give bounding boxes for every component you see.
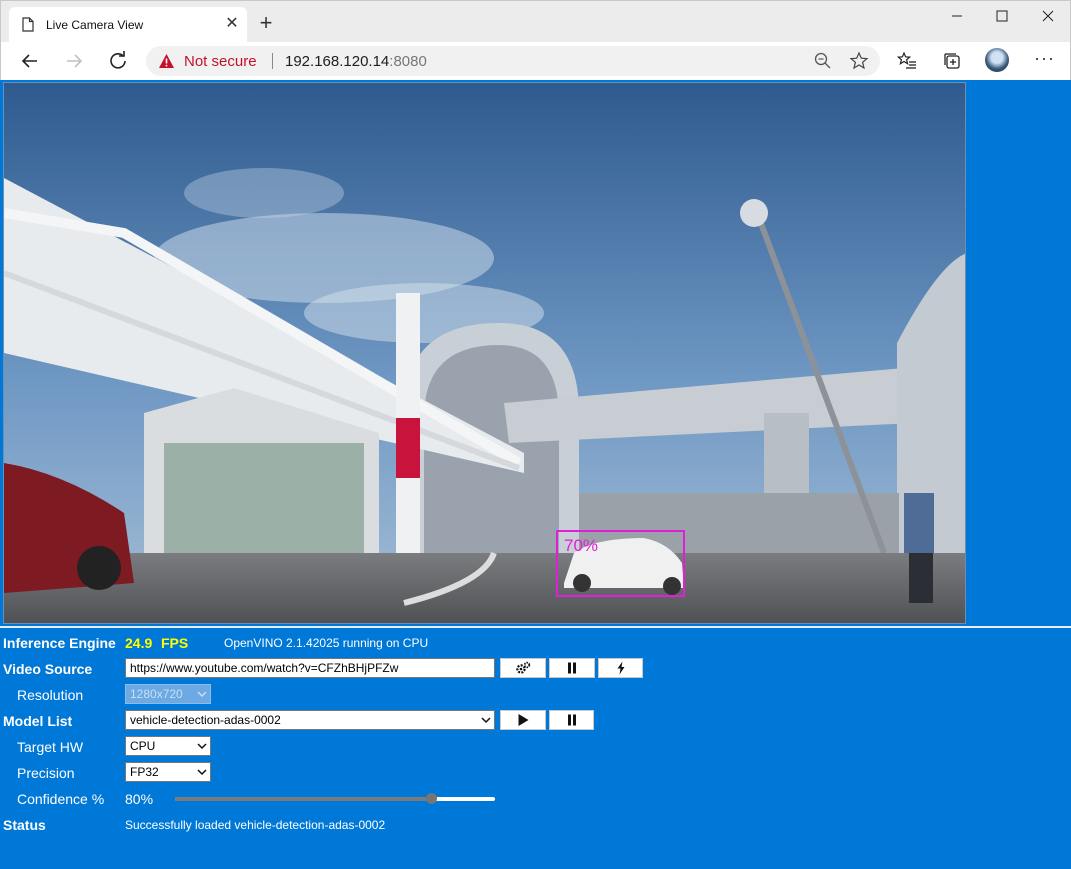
browser-tab[interactable]: Live Camera View ✕ bbox=[9, 7, 247, 43]
engine-info: OpenVINO 2.1.42025 running on CPU bbox=[224, 636, 429, 650]
chevron-down-icon bbox=[481, 717, 491, 724]
url-port: :8080 bbox=[389, 53, 427, 70]
fps-value: 24.9 bbox=[125, 635, 153, 651]
browser-toolbar: Not secure 192.168.120.14:8080 ··· bbox=[0, 42, 1071, 80]
model-pause-button[interactable] bbox=[549, 710, 594, 730]
status-label: Status bbox=[3, 817, 46, 833]
model-value: vehicle-detection-adas-0002 bbox=[130, 713, 281, 727]
page-icon bbox=[22, 17, 34, 32]
flash-icon bbox=[617, 661, 624, 675]
address-bar[interactable]: Not secure 192.168.120.14:8080 bbox=[146, 46, 880, 76]
camera-video-frame: 70% bbox=[3, 82, 966, 624]
chevron-down-icon bbox=[197, 743, 207, 750]
not-secure-label[interactable]: Not secure bbox=[184, 53, 257, 70]
target-hw-select[interactable]: CPU bbox=[125, 736, 211, 756]
address-divider bbox=[272, 53, 273, 69]
pause-icon bbox=[568, 662, 576, 674]
video-flash-button[interactable] bbox=[598, 658, 643, 678]
chevron-down-icon bbox=[197, 691, 207, 698]
model-play-button[interactable] bbox=[500, 710, 546, 730]
favorite-star-icon[interactable] bbox=[849, 51, 869, 71]
chevron-down-icon bbox=[197, 769, 207, 776]
target-hw-value: CPU bbox=[130, 739, 156, 753]
url-text[interactable]: 192.168.120.14:8080 bbox=[285, 53, 427, 70]
video-settings-button[interactable] bbox=[500, 658, 546, 678]
more-options-icon[interactable]: ··· bbox=[1034, 48, 1055, 69]
close-window-icon[interactable] bbox=[1025, 1, 1071, 31]
model-list-label: Model List bbox=[3, 713, 73, 729]
target-hw-label: Target HW bbox=[17, 739, 84, 755]
minimize-icon[interactable] bbox=[934, 1, 980, 31]
confidence-slider[interactable] bbox=[175, 793, 495, 804]
back-icon[interactable] bbox=[16, 47, 44, 75]
tab-title: Live Camera View bbox=[46, 18, 144, 32]
inference-engine-label: Inference Engine bbox=[3, 635, 116, 651]
browser-titlebar: Live Camera View ✕ + bbox=[0, 0, 1071, 43]
video-source-label: Video Source bbox=[3, 661, 93, 677]
video-source-url-input[interactable]: https://www.youtube.com/watch?v=CFZhBHjP… bbox=[125, 658, 495, 678]
resolution-value: 1280x720 bbox=[130, 687, 183, 701]
camera-scene: 70% bbox=[4, 83, 965, 623]
url-host: 192.168.120.14 bbox=[285, 53, 390, 70]
zoom-icon[interactable] bbox=[813, 51, 833, 71]
settings-icon bbox=[516, 661, 531, 674]
pause-icon bbox=[567, 714, 576, 726]
resolution-select[interactable]: 1280x720 bbox=[125, 684, 211, 704]
detection-confidence-label: 70% bbox=[564, 536, 598, 555]
confidence-slider-thumb[interactable] bbox=[426, 793, 437, 804]
confidence-slider-fill bbox=[175, 797, 431, 801]
precision-select[interactable]: FP32 bbox=[125, 762, 211, 782]
forward-icon[interactable] bbox=[60, 47, 88, 75]
profile-avatar[interactable] bbox=[985, 48, 1009, 72]
precision-label: Precision bbox=[17, 765, 75, 781]
confidence-value: 80% bbox=[125, 791, 154, 807]
video-pause-button[interactable] bbox=[549, 658, 595, 678]
precision-value: FP32 bbox=[130, 765, 159, 779]
maximize-icon[interactable] bbox=[979, 1, 1025, 31]
collections-icon[interactable] bbox=[942, 51, 962, 71]
fps-unit: FPS bbox=[161, 635, 189, 651]
warning-icon[interactable] bbox=[158, 53, 175, 69]
new-tab-icon[interactable]: + bbox=[256, 11, 276, 35]
close-tab-icon[interactable]: ✕ bbox=[223, 15, 241, 33]
refresh-icon[interactable] bbox=[104, 47, 132, 75]
page-divider bbox=[0, 626, 1071, 628]
favorites-icon[interactable] bbox=[897, 51, 917, 71]
confidence-label: Confidence % bbox=[17, 791, 105, 807]
play-icon bbox=[518, 714, 529, 726]
model-select[interactable]: vehicle-detection-adas-0002 bbox=[125, 710, 495, 730]
resolution-label: Resolution bbox=[17, 687, 84, 703]
status-text: Successfully loaded vehicle-detection-ad… bbox=[125, 818, 386, 832]
